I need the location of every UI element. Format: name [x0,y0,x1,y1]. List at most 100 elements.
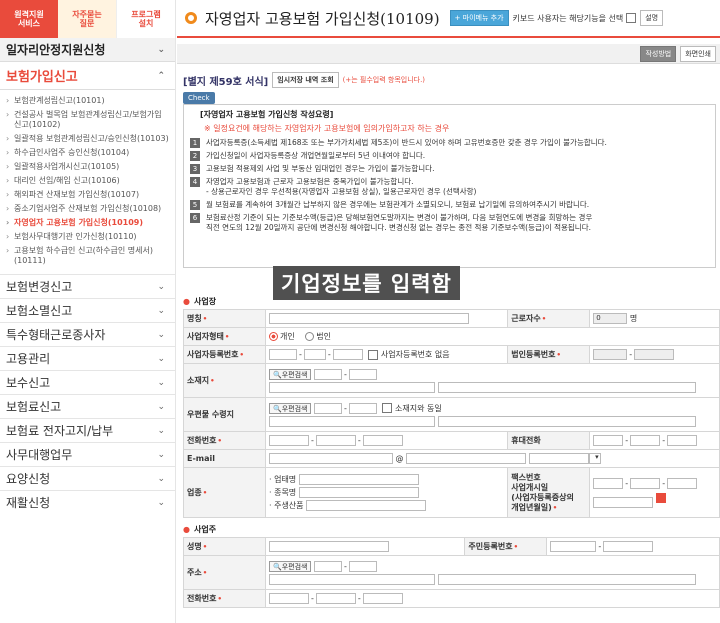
sidebar-category[interactable]: 고용관리 ⌄ [0,346,175,370]
fax-1[interactable] [593,477,624,489]
section-owner: ● 사업주 [177,522,720,537]
page-header: 자영업자 고용보험 가입신청(10109) + 마이메뉴 추가 키보드 사용자는… [177,0,720,38]
fax-2[interactable] [630,477,661,489]
mail-address-2[interactable] [437,415,696,427]
sidebar-category[interactable]: 보험료 전자고지/납부 ⌄ [0,418,175,442]
owner-zip-2[interactable] [348,560,377,572]
email-domain-select[interactable] [528,453,589,464]
sidebar-sub-item[interactable]: 하수급인사업주 승인신청(10104) [6,146,169,160]
corp-radio[interactable] [305,332,315,341]
sidebar-main-menu[interactable]: 일자리안정지원신청 ⌄ [0,38,175,62]
sidebar-category[interactable]: 사무대행업무 ⌄ [0,442,175,466]
workers-input[interactable]: 0 [593,313,628,324]
sidebar-sub-item[interactable]: 일괄적용 보험관계성립신고/승인신청(10103) [6,132,169,146]
zip-search-button[interactable]: 🔍우편검색 [269,368,312,380]
owner-phone-3[interactable] [362,593,403,604]
notice-item: 5월 보험료를 계속하여 3개월간 납부하지 않은 경우에는 보험관계가 소멸되… [190,200,709,210]
phone-2[interactable] [315,435,356,446]
personal-radio[interactable] [269,332,278,341]
mail-zip-2[interactable] [348,402,377,414]
sidebar-category[interactable]: 보험소멸신고 ⌄ [0,298,175,322]
search-icon: 🔍 [273,404,282,413]
sidebar-category-label: 보수신고 [6,376,51,390]
sidebar-sub-item[interactable]: 일괄적용사업개시신고(10105) [6,160,169,174]
program-install-button[interactable]: 프로그램 설치 [116,0,175,38]
sidebar-sub-item[interactable]: 보험관계성립신고(10101) [6,94,169,108]
no-biz-reg-checkbox[interactable] [368,349,379,360]
notice-item: 6 보험료산정 기준이 되는 기준보수액(등급)은 당해보험연도말까지는 변경이 … [190,213,709,233]
notice-subtitle: ※ 일정요건에 해당하는 자영업자가 고용보험에 임의가입하고자 하는 경우 [204,124,450,133]
sidebar-category[interactable]: 보험변경신고 ⌄ [0,274,175,298]
calendar-icon[interactable] [656,493,667,503]
main-product-input[interactable] [306,500,427,511]
keyboard-checkbox[interactable] [626,13,637,23]
chevron-down-icon: ⌄ [157,497,165,508]
address-2[interactable] [437,381,696,393]
temp-save-lookup-button[interactable]: 임시저장 내역 조회 [272,72,339,88]
phone-1[interactable] [269,435,309,446]
owner-zip-search-button[interactable]: 🔍우편검색 [269,560,312,572]
owner-name-input[interactable] [269,541,389,552]
biz-reg-no-2[interactable] [303,349,326,360]
zip-1[interactable] [314,368,343,380]
add-my-menu-button[interactable]: + 마이메뉴 추가 [449,10,509,26]
overlay-caption: 기업정보를 입력함 [273,266,460,300]
form-number: [별지 제59호 서식] [183,76,269,88]
owner-address-1[interactable] [269,573,435,585]
sidebar-sub-item[interactable]: 해외파견 산재보험 가입신청(10107) [6,188,169,202]
sidebar-sub-item[interactable]: 대리인 선임/해임 신고(10106) [6,174,169,188]
chevron-down-icon[interactable] [588,453,601,464]
explain-button[interactable]: 설명 [640,10,664,26]
industry-type-input[interactable] [298,474,419,485]
remote-support-button[interactable]: 원격지원 서비스 [0,0,58,38]
biz-reg-no-3[interactable] [332,349,363,360]
email-id[interactable] [269,453,393,464]
mobile-1[interactable] [593,435,624,446]
owner-zip-1[interactable] [314,560,343,572]
sidebar-sub-item-current[interactable]: 자영업자 고용보험 가입신청(10109) [6,216,169,230]
sidebar-main-menu-label: 일자리안정지원신청 [6,43,106,57]
biz-reg-no-1[interactable] [269,349,297,360]
sidebar-category[interactable]: 요양신청 ⌄ [0,466,175,490]
zip-2[interactable] [348,368,377,380]
sidebar-category-label: 고용관리 [6,352,51,366]
address-1[interactable] [269,381,435,393]
email-domain[interactable] [406,453,527,464]
rrn-2[interactable] [603,541,654,552]
sidebar-active-menu[interactable]: 보험가입신고 ⌃ [0,62,175,90]
print-screen-button[interactable]: 화면인쇄 [680,45,716,62]
start-date-input[interactable] [593,496,654,508]
industry-item-input[interactable] [298,487,419,498]
corp-reg-no-1[interactable] [593,349,628,360]
owner-phone-2[interactable] [315,593,356,604]
sidebar-sub-item[interactable]: 건설공사 벌목업 보험관계성립신고/보험가입 신고(10102) [6,108,169,132]
owner-phone-1[interactable] [269,593,309,604]
faq-button[interactable]: 자주묻는 질문 [58,0,116,38]
mail-zip-search-button[interactable]: 🔍우편검색 [269,402,312,414]
mobile-3[interactable] [667,435,698,446]
sidebar-category-label: 보험료 전자고지/납부 [6,424,114,438]
chevron-down-icon: ⌄ [157,473,165,484]
notice-box: [자영업자 고용보험 가입신청 작성요령] ※ 일정요건에 해당하는 자영업자가… [183,104,716,268]
sidebar-sub-item[interactable]: 보험사무대행기관 인가신청(10110) [6,230,169,244]
sidebar-sub-item[interactable]: 고용보험 하수급인 신고(하수급인 명세서)(10111) [6,244,169,268]
sidebar-active-menu-label: 보험가입신고 [6,70,78,85]
sidebar-category-label: 보험료신고 [6,400,62,414]
sidebar-category[interactable]: 재활신청 ⌄ [0,490,175,514]
mail-zip-1[interactable] [314,402,343,414]
rrn-1[interactable] [550,541,597,552]
sidebar-category[interactable]: 보수신고 ⌄ [0,370,175,394]
sidebar-category[interactable]: 특수형태근로종사자 ⌄ [0,322,175,346]
required-note: (+는 필수입력 항목입니다.) [342,76,426,84]
phone-3[interactable] [362,435,403,446]
business-name-input[interactable] [269,313,469,324]
mobile-2[interactable] [630,435,661,446]
sidebar-sub-item[interactable]: 중소기업사업주 산재보험 가입신청(10108) [6,202,169,216]
sidebar-category[interactable]: 보험료신고 ⌄ [0,394,175,418]
write-method-button[interactable]: 작성방법 [640,45,677,62]
fax-3[interactable] [667,477,698,489]
same-address-checkbox[interactable] [382,403,393,413]
mail-address-1[interactable] [269,415,435,427]
corp-reg-no-2[interactable] [634,349,675,360]
owner-address-2[interactable] [437,573,696,585]
